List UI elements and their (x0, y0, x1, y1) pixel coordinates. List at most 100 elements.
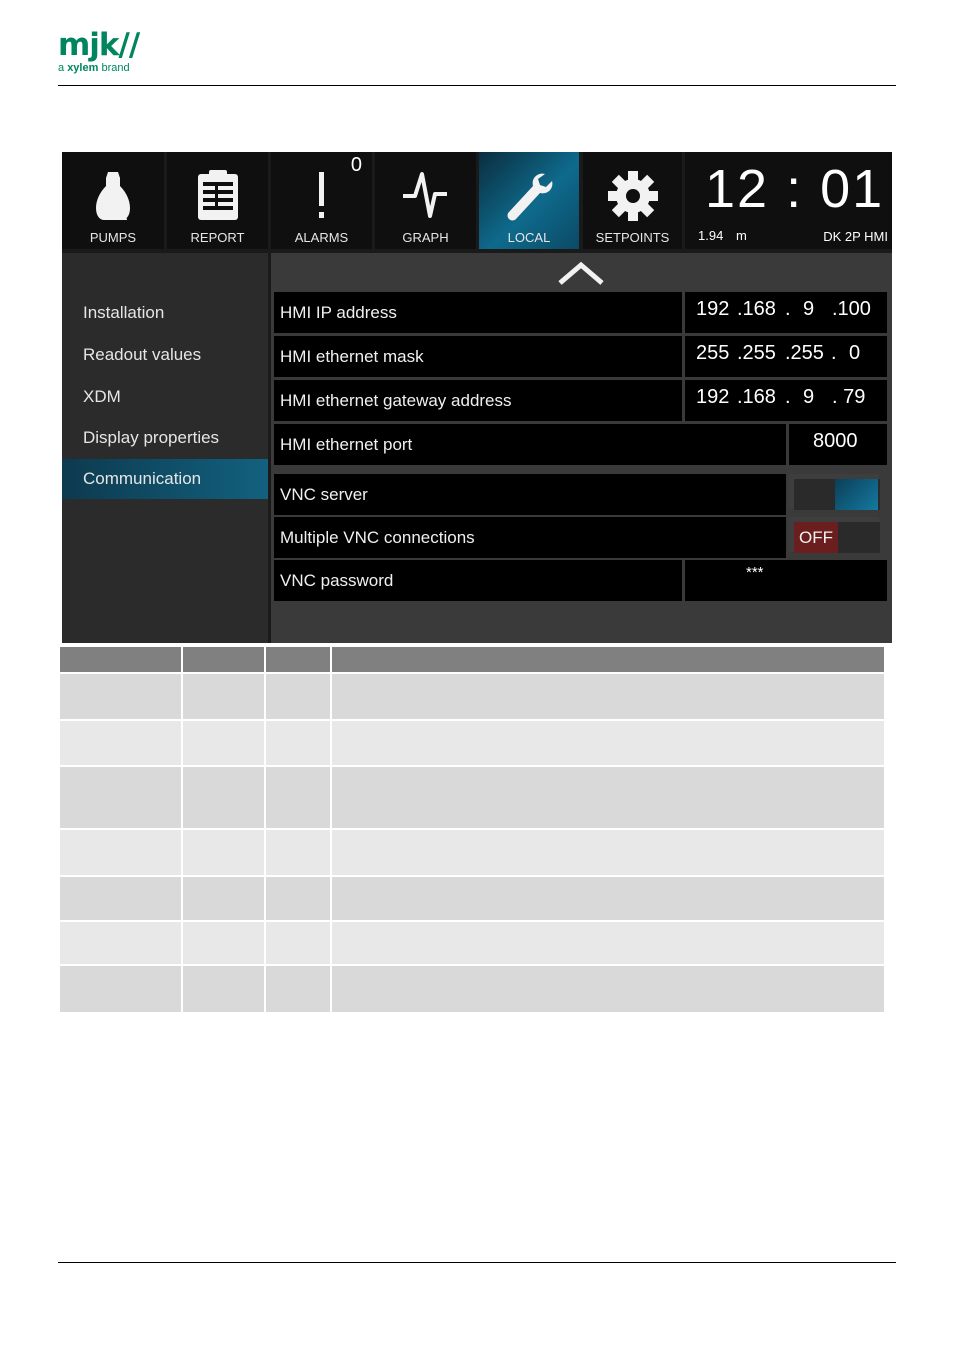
column-divider (181, 674, 183, 719)
column-divider (181, 830, 183, 875)
gateway-octet-1: 192 (696, 386, 730, 408)
table-row (60, 721, 884, 765)
ethernet-port-field[interactable]: 8000 (789, 424, 887, 465)
column-divider (181, 647, 183, 672)
tab-report-label: REPORT (190, 230, 245, 245)
mask-octet-2: .255 (737, 342, 776, 364)
table-row (60, 966, 884, 1012)
column-divider (264, 877, 266, 920)
table-header (60, 647, 884, 672)
column-divider (330, 767, 332, 828)
brand-logo: mjk// a xylem brand (58, 27, 140, 74)
column-divider (181, 721, 183, 765)
sidebar-item-readout-values[interactable]: Readout values (62, 335, 268, 375)
multiple-vnc-row: Multiple VNC connections (274, 517, 786, 558)
vnc-password-value: *** (746, 564, 764, 581)
gateway-address-field[interactable]: 192 .168 . 9 . 79 (685, 380, 887, 421)
table-row (60, 922, 884, 964)
ip-dot: . (785, 298, 791, 320)
table-row (60, 674, 884, 719)
column-divider (264, 966, 266, 1012)
clock-time: 12 : 01 (705, 159, 885, 219)
settings-sidebar: Installation Readout values XDM Display … (62, 253, 268, 643)
brand-tagline: a xylem brand (58, 62, 139, 74)
column-divider (264, 922, 266, 964)
tab-local[interactable]: LOCAL (479, 152, 579, 249)
multiple-vnc-toggle[interactable]: OFF (789, 517, 880, 553)
column-divider (330, 721, 332, 765)
tab-graph[interactable]: GRAPH (375, 152, 476, 249)
column-divider (330, 966, 332, 1012)
vnc-password-field[interactable]: *** (685, 560, 887, 601)
brand-logo-mark: mjk// (58, 27, 140, 63)
ip-address-row: HMI IP address (274, 292, 682, 333)
column-divider (330, 877, 332, 920)
level-value: 1.94 (698, 228, 724, 243)
ip-address-label: HMI IP address (280, 303, 397, 322)
table-row (60, 877, 884, 920)
column-divider (330, 647, 332, 672)
sidebar-item-installation[interactable]: Installation (62, 293, 268, 333)
gear-icon (608, 171, 658, 221)
gateway-octet-3: 9 (803, 386, 815, 408)
tagline-brand: xylem (67, 62, 99, 74)
pulse-graph-icon (403, 172, 447, 218)
vnc-server-toggle-knob-on (835, 479, 878, 510)
gateway-octet-2: .168 (737, 386, 776, 408)
mask-octet-3: .255 (785, 342, 824, 364)
column-divider (330, 922, 332, 964)
tagline-suffix: brand (98, 62, 130, 74)
alarm-count-badge: 0 (350, 154, 362, 176)
tab-setpoints[interactable]: SETPOINTS (583, 152, 682, 249)
status-panel: 12 : 01 1.94 m DK 2P HMI (685, 152, 892, 249)
gateway-address-row: HMI ethernet gateway address (274, 380, 682, 421)
vnc-password-label: VNC password (280, 571, 394, 590)
tab-alarms-label: ALARMS (294, 230, 349, 245)
mask-octet-1: 255 (696, 342, 730, 364)
ethernet-port-value: 8000 (813, 430, 858, 452)
ip-address-field[interactable]: 192 .168 . 9 .100 (685, 292, 887, 333)
pump-icon (96, 172, 130, 220)
header-divider (58, 85, 896, 86)
tab-pumps-label: PUMPS (89, 230, 137, 245)
gateway-octet-4: . 79 (832, 386, 866, 408)
gateway-dot: . (785, 386, 791, 408)
device-name: DK 2P HMI (823, 229, 888, 244)
column-divider (330, 674, 332, 719)
level-unit: m (736, 228, 747, 243)
settings-panel: HMI IP address 192 .168 . 9 .100 HMI eth… (271, 253, 892, 643)
tab-local-label: LOCAL (507, 230, 551, 245)
tab-report[interactable]: REPORT (167, 152, 268, 249)
sidebar-item-communication[interactable]: Communication (62, 459, 268, 499)
ip-octet-2: .168 (737, 298, 776, 320)
column-divider (264, 830, 266, 875)
scroll-up-icon[interactable] (556, 259, 606, 285)
column-divider (181, 922, 183, 964)
wrench-icon (507, 173, 553, 221)
table-row (60, 830, 884, 875)
vnc-server-row: VNC server (274, 474, 786, 515)
ip-octet-3: 9 (803, 298, 815, 320)
ethernet-mask-row: HMI ethernet mask (274, 336, 682, 377)
column-divider (264, 767, 266, 828)
multiple-vnc-toggle-off: OFF (794, 522, 838, 553)
ethernet-mask-field[interactable]: 255 .255 .255 . 0 (685, 336, 887, 377)
footer-divider (58, 1262, 896, 1263)
ip-octet-4: .100 (832, 298, 871, 320)
mask-octet-4: 0 (849, 342, 861, 364)
sidebar-item-display-properties[interactable]: Display properties (62, 418, 268, 458)
ethernet-port-row: HMI ethernet port (274, 424, 786, 465)
column-divider (181, 966, 183, 1012)
tab-alarms[interactable]: 0 ALARMS (271, 152, 372, 249)
column-divider (181, 767, 183, 828)
tab-pumps[interactable]: PUMPS (62, 152, 164, 249)
vnc-server-toggle[interactable] (789, 474, 880, 510)
column-divider (181, 877, 183, 920)
mask-dot: . (831, 342, 837, 364)
ethernet-port-label: HMI ethernet port (280, 435, 413, 454)
column-divider (330, 830, 332, 875)
hmi-screen: PUMPS REPORT 0 ALARMS GRAPH LOCAL SETPOI… (62, 152, 892, 643)
ethernet-mask-label: HMI ethernet mask (280, 347, 424, 366)
sidebar-item-xdm[interactable]: XDM (62, 377, 268, 417)
table-row (60, 767, 884, 828)
